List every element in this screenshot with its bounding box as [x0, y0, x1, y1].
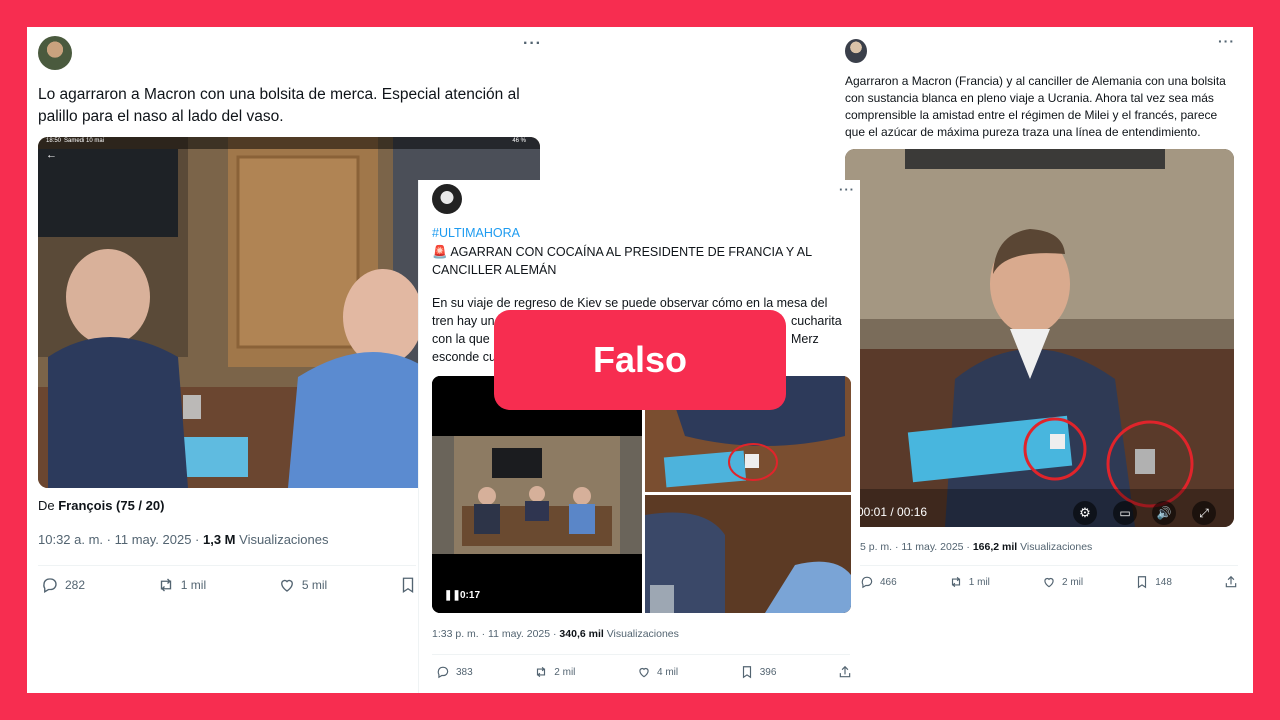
tweet-actions: 282 1 mil 5 mil [41, 576, 417, 594]
like-button[interactable]: 5 mil [278, 576, 327, 594]
share-icon [1225, 575, 1237, 588]
share-button[interactable] [1224, 575, 1238, 589]
repost-icon [537, 666, 546, 678]
tweet-timestamp: 5 p. m. · 11 may. 2025 · 166,2 mil Visua… [860, 541, 1093, 553]
avatar[interactable] [432, 184, 462, 214]
repost-button[interactable]: 2 mil [534, 665, 575, 679]
bookmark-icon [742, 666, 751, 679]
repost-button[interactable]: 1 mil [949, 575, 990, 589]
volume-icon[interactable]: 🔊 [1152, 501, 1176, 525]
reply-button[interactable]: 282 [41, 576, 85, 594]
avatar[interactable] [38, 36, 72, 70]
bookmark-button[interactable]: 148 [1135, 575, 1172, 589]
bookmark-icon [1138, 576, 1147, 589]
tweet-body-line-4a: esconde cu [432, 350, 496, 364]
heart-icon [280, 579, 293, 592]
tweet-card-1: ··· Lo agarraron a Macron con una bolsit… [27, 27, 541, 693]
more-options-icon[interactable]: ··· [839, 182, 855, 197]
like-button[interactable]: 4 mil [637, 665, 678, 679]
tweet-timestamp: 1:33 p. m. · 11 may. 2025 · 340,6 mil Vi… [432, 628, 679, 640]
bookmark-button[interactable]: 396 [740, 665, 776, 679]
heart-icon [1044, 577, 1054, 588]
divider [38, 565, 416, 566]
credit-user-link[interactable]: François (75 / 20) [58, 498, 164, 513]
tweet-card-2: ··· #ULTIMAHORA 🚨 AGARRAN CON COCAÍNA AL… [418, 180, 860, 693]
tweet-text: Agarraron a Macron (Francia) y al cancil… [845, 74, 1226, 139]
video-scene-image [845, 149, 1234, 527]
video-credit: De François (75 / 20) [38, 498, 165, 513]
tweet-headline: 🚨 AGARRAN CON COCAÍNA AL PRESIDENTE DE F… [432, 245, 812, 277]
repost-icon [951, 576, 960, 588]
tweet-body-line-3b: Merz [791, 332, 819, 346]
share-icon [839, 665, 851, 678]
tweet-body-line-2b: cucharita [791, 314, 842, 328]
tweet-actions: 383 2 mil 4 mil 396 [436, 665, 852, 679]
reply-icon [437, 666, 449, 679]
tweet-text: Lo agarraron a Macron con una bolsita de… [38, 86, 520, 125]
hashtag-link[interactable]: #ULTIMAHORA [432, 226, 520, 240]
repost-button[interactable]: 1 mil [157, 576, 206, 594]
divider [860, 565, 1238, 566]
like-button[interactable]: 2 mil [1042, 575, 1083, 589]
status-bar-battery: 46 % [512, 138, 526, 144]
reply-icon [43, 578, 57, 593]
back-arrow-icon[interactable]: ← [46, 149, 57, 161]
reply-button[interactable]: 383 [436, 665, 473, 679]
reply-button[interactable]: 466 [860, 575, 897, 589]
bookmark-icon [402, 577, 414, 594]
tweet-body-line-2a: tren hay un [432, 314, 495, 328]
status-bar-time: 18:50 [46, 138, 62, 144]
tweet-video-player[interactable]: 00:01 / 00:16 ⚙ ▭ 🔊 ⤢ [845, 149, 1234, 527]
tweet-image-3[interactable] [645, 495, 851, 613]
airplay-icon[interactable]: ▭ [1113, 501, 1137, 525]
tweet-actions: 466 1 mil 2 mil 148 [860, 575, 1238, 589]
bookmark-button[interactable] [399, 576, 417, 594]
divider [432, 654, 850, 655]
reply-icon [861, 576, 873, 589]
repost-icon [160, 578, 171, 592]
heart-icon [639, 667, 649, 678]
fullscreen-icon[interactable]: ⤢ [1192, 501, 1216, 525]
video-scene-image [432, 376, 642, 613]
tweet-body-line-3a: con la que [432, 332, 490, 346]
avatar[interactable] [845, 39, 867, 63]
video-progress: 00:01 / 00:16 [857, 505, 928, 519]
tweet-video[interactable]: ❚❚ 0:17 [432, 376, 642, 613]
tweet-timestamp: 10:32 a. m. · 11 may. 2025 · 1,3 M Visua… [38, 532, 329, 547]
pause-icon[interactable]: ❚❚ [444, 590, 461, 601]
more-options-icon[interactable]: ··· [1218, 33, 1235, 49]
more-options-icon[interactable]: ··· [523, 35, 542, 53]
video-duration: 0:17 [460, 590, 481, 601]
image-scene [645, 495, 851, 613]
tweet-body-line-1: En su viaje de regreso de Kiev se puede … [432, 296, 828, 310]
settings-icon[interactable]: ⚙ [1073, 501, 1097, 525]
status-bar-date: Samedi 10 mai [64, 138, 105, 144]
tweet-card-3: ··· Agarraron a Macron (Francia) y al ca… [830, 27, 1253, 607]
fact-check-verdict-badge: Falso [494, 310, 786, 410]
share-button[interactable] [838, 665, 852, 679]
